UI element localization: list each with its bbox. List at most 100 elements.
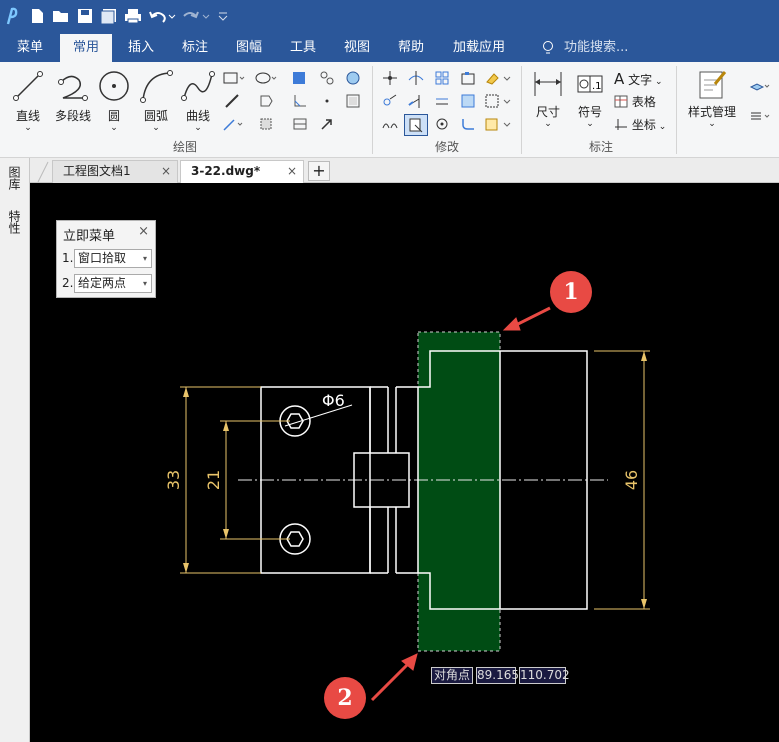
window-select-button[interactable] bbox=[404, 114, 428, 136]
point-icon[interactable] bbox=[320, 93, 334, 112]
menu-tools[interactable]: 工具 bbox=[280, 34, 326, 62]
break-icon[interactable] bbox=[484, 93, 514, 112]
pick-mode-select[interactable]: 窗口拾取 ▾ bbox=[74, 249, 152, 268]
new-file-icon[interactable] bbox=[28, 6, 46, 26]
ellipse-icon[interactable] bbox=[254, 70, 278, 89]
polyline-button[interactable]: 多段线 bbox=[50, 68, 96, 124]
coordinate-x-input[interactable]: 89.165 bbox=[476, 667, 519, 684]
point-mode-value: 给定两点 bbox=[78, 276, 127, 290]
eraser-icon[interactable] bbox=[484, 70, 514, 89]
title-bar bbox=[0, 0, 779, 34]
new-tab-plus-icon[interactable]: + bbox=[308, 161, 330, 181]
line-button[interactable]: 直线 ⌄ bbox=[8, 68, 48, 133]
modify-group-label: 修改 bbox=[434, 140, 459, 154]
rectangle-icon[interactable] bbox=[222, 70, 246, 89]
layer-icon[interactable] bbox=[748, 78, 772, 97]
symbol-button[interactable]: .1 符号 ⌄ bbox=[572, 68, 608, 129]
polygon-icon[interactable] bbox=[256, 93, 276, 112]
centerline-icon[interactable] bbox=[222, 93, 242, 112]
circle-button[interactable]: 圆 ⌄ bbox=[96, 68, 132, 133]
lightbulb-icon bbox=[538, 34, 558, 62]
menu-bar: 菜单 常用 插入 标注 图幅 工具 视图 帮助 加载应用 功能搜索... bbox=[0, 34, 779, 62]
customize-icon[interactable] bbox=[216, 6, 230, 26]
arrow-icon[interactable] bbox=[318, 116, 336, 135]
menu-help[interactable]: 帮助 bbox=[388, 34, 434, 62]
offset-icon[interactable] bbox=[432, 93, 452, 112]
tab-scroll-icon bbox=[37, 161, 49, 183]
close-icon[interactable]: × bbox=[287, 161, 297, 182]
edit-properties-icon[interactable] bbox=[484, 116, 514, 135]
close-icon[interactable]: × bbox=[138, 224, 149, 239]
extend-icon[interactable] bbox=[406, 93, 426, 112]
coordinate-y-input[interactable]: 110.702 bbox=[519, 667, 570, 684]
dashed-line-icon[interactable] bbox=[222, 116, 243, 135]
scale-icon[interactable] bbox=[458, 70, 478, 89]
undo-icon[interactable] bbox=[148, 6, 176, 26]
save-icon[interactable] bbox=[76, 6, 94, 26]
point-mode-select[interactable]: 给定两点 ▾ bbox=[74, 274, 152, 293]
move-icon[interactable] bbox=[380, 70, 400, 89]
table-button[interactable]: 表格 bbox=[614, 93, 674, 110]
text-button[interactable]: A 文字 ⌄ bbox=[614, 70, 674, 88]
style-manager-button[interactable]: 样式管理 ⌄ bbox=[684, 68, 740, 129]
coordinate-icon bbox=[615, 119, 627, 130]
ribbon: 直线 ⌄ 多段线 圆 ⌄ 圆弧 ⌄ 曲线 ⌄ 绘图 修改 尺寸 ⌄ .1 符号 … bbox=[0, 62, 779, 158]
menu-index-1: 1. bbox=[62, 251, 74, 265]
ribbon-separator bbox=[372, 66, 373, 154]
diameter-label: Φ6 bbox=[322, 391, 345, 410]
style-manager-icon bbox=[699, 71, 727, 99]
menu-insert[interactable]: 插入 bbox=[118, 34, 164, 62]
properties-panel-tab[interactable]: 特性 bbox=[7, 210, 23, 234]
menu-sheet[interactable]: 图幅 bbox=[226, 34, 272, 62]
dimension-33: 33 bbox=[164, 470, 183, 490]
copy-icon[interactable] bbox=[380, 93, 400, 112]
trim-icon[interactable] bbox=[406, 70, 426, 89]
menu-load-apps[interactable]: 加载应用 bbox=[444, 34, 514, 62]
svg-text:.1: .1 bbox=[592, 81, 602, 92]
print-icon[interactable] bbox=[124, 6, 142, 26]
app-logo-icon[interactable] bbox=[2, 6, 24, 26]
block-icon[interactable] bbox=[318, 70, 336, 89]
boundary-icon[interactable] bbox=[256, 116, 276, 135]
chamfer-icon[interactable] bbox=[290, 93, 310, 112]
immediate-menu-title: 立即菜单 bbox=[63, 229, 116, 244]
tab-drawing-document-1[interactable]: 工程图文档1 × bbox=[52, 160, 178, 183]
fillet-icon[interactable] bbox=[458, 116, 478, 135]
callout-2: 2 bbox=[324, 677, 366, 719]
dimension-46: 46 bbox=[622, 470, 641, 490]
library-panel-tab[interactable]: 图库 bbox=[7, 166, 23, 190]
redo-icon[interactable] bbox=[182, 6, 210, 26]
menu-main[interactable]: 菜单 bbox=[6, 34, 54, 62]
menu-annotate[interactable]: 标注 bbox=[172, 34, 218, 62]
pick-mode-value: 窗口拾取 bbox=[78, 251, 127, 265]
mirror-icon[interactable] bbox=[380, 116, 400, 135]
dropdown-caret-icon: ▾ bbox=[142, 254, 147, 263]
close-icon[interactable]: × bbox=[161, 161, 171, 182]
rotate-icon[interactable] bbox=[432, 116, 452, 135]
dimension-icon bbox=[534, 72, 562, 96]
ribbon-separator bbox=[521, 66, 522, 154]
stretch-icon[interactable] bbox=[458, 93, 478, 112]
open-file-icon[interactable] bbox=[52, 6, 70, 26]
menu-index-2: 2. bbox=[62, 276, 74, 290]
menu-view[interactable]: 视图 bbox=[334, 34, 380, 62]
dimension-button[interactable]: 尺寸 ⌄ bbox=[528, 68, 568, 129]
curve-button[interactable]: 曲线 ⌄ bbox=[180, 68, 216, 133]
menu-common[interactable]: 常用 bbox=[60, 34, 112, 62]
save-all-icon[interactable] bbox=[100, 6, 118, 26]
dropdown-caret-icon: ▾ bbox=[142, 279, 147, 288]
immediate-menu: 立即菜单 × 1. 窗口拾取 ▾ 2. 给定两点 ▾ bbox=[56, 220, 156, 298]
region-icon[interactable] bbox=[344, 70, 362, 89]
hatch-icon[interactable] bbox=[290, 70, 308, 89]
tab-3-22-dwg[interactable]: 3-22.dwg* × bbox=[180, 160, 304, 183]
line-icon bbox=[13, 71, 43, 101]
arc-button-label: 圆弧 bbox=[143, 109, 168, 123]
coordinate-button[interactable]: 坐标 ⌄ bbox=[614, 116, 674, 133]
table-draw-icon[interactable] bbox=[290, 116, 310, 135]
array-icon[interactable] bbox=[432, 70, 452, 89]
curve-button-label: 曲线 bbox=[185, 109, 210, 123]
feature-search-input[interactable]: 功能搜索... bbox=[562, 34, 642, 62]
image-frame-icon[interactable] bbox=[344, 93, 362, 112]
linetype-icon[interactable] bbox=[748, 108, 772, 127]
arc-button[interactable]: 圆弧 ⌄ bbox=[138, 68, 174, 133]
